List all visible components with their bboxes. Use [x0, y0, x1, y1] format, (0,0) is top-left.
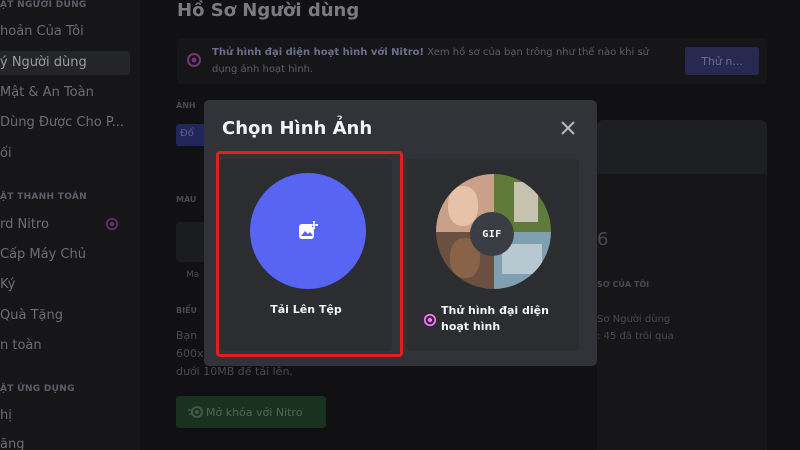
gif-badge: GIF	[470, 212, 514, 256]
close-icon	[561, 121, 575, 135]
nitro-icon	[423, 313, 437, 327]
animated-avatar-label: Thử hình đại diện hoạt hình	[441, 304, 549, 333]
highlight-box	[216, 151, 403, 357]
gif-badge-label: GIF	[482, 228, 502, 240]
close-button[interactable]	[556, 116, 580, 140]
gif-thumbnail-figure	[514, 182, 538, 222]
modal-title: Chọn Hình Ảnh	[222, 118, 373, 139]
